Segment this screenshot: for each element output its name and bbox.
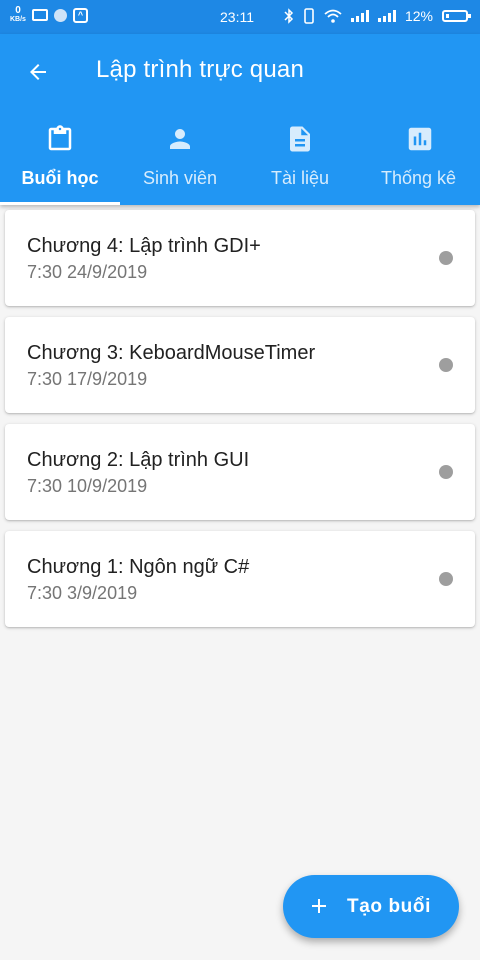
status-right-icons: 12% [284,8,471,24]
net-speed-unit: KB/s [10,16,26,23]
app-notification-icon: ^ [72,7,88,23]
status-left-icons: 0 KB/s ^ [10,6,88,24]
vibrate-icon [304,8,314,24]
tab-thong-ke[interactable]: Thống kê [360,112,480,205]
back-button[interactable] [18,52,58,92]
status-time: 23:11 [220,9,254,25]
create-session-button[interactable]: Tạo buổi [283,875,459,938]
session-card[interactable]: Chương 1: Ngôn ngữ C# 7:30 3/9/2019 [5,531,475,627]
tab-buoi-hoc[interactable]: Buổi học [0,112,120,205]
tab-label: Thống kê [381,168,457,188]
signal-icon-2 [377,10,396,22]
wifi-icon [324,9,342,23]
create-session-label: Tạo buổi [347,896,431,917]
session-datetime: 7:30 10/9/2019 [27,476,148,496]
net-speed-value: 0 [15,5,21,16]
plus-icon [312,899,326,913]
app-bar: Lập trình trực quan Buổi học Sinh viên T… [0,34,480,205]
tab-sinh-vien[interactable]: Sinh viên [120,112,240,205]
battery-percent: 12% [404,8,433,24]
session-title: Chương 2: Lập trình GUI [27,449,250,471]
session-card[interactable]: Chương 2: Lập trình GUI 7:30 10/9/2019 [5,424,475,520]
circle-notification-icon [53,8,67,22]
net-speed-indicator: 0 KB/s [10,6,26,24]
status-dot-icon [439,465,453,479]
tab-bar: Buổi học Sinh viên Tài liệu Thống kê [0,112,480,205]
session-datetime: 7:30 17/9/2019 [27,369,148,389]
status-bar: 0 KB/s ^ 23:11 12% [0,0,480,34]
session-list: Chương 4: Lập trình GDI+ 7:30 24/9/2019 … [5,210,475,638]
session-datetime: 7:30 24/9/2019 [27,262,148,282]
active-tab-indicator [0,202,120,205]
signal-icon-1 [350,10,369,22]
tab-label: Buổi học [21,168,99,188]
status-dot-icon [439,358,453,372]
session-datetime: 7:30 3/9/2019 [27,583,138,603]
status-dot-icon [439,251,453,265]
session-card[interactable]: Chương 3: KeboardMouseTimer 7:30 17/9/20… [5,317,475,413]
session-title: Chương 1: Ngôn ngữ C# [27,556,250,578]
clipboard-icon [48,125,72,151]
page-title: Lập trình trực quan [96,56,304,83]
tab-label: Tài liệu [270,168,330,188]
gallery-notification-icon [31,9,48,21]
bluetooth-icon [284,8,294,24]
tab-tai-lieu[interactable]: Tài liệu [240,112,360,205]
status-dot-icon [439,572,453,586]
session-title: Chương 3: KeboardMouseTimer [27,342,316,364]
person-icon [170,129,190,149]
battery-icon [442,10,471,22]
document-icon [290,126,310,152]
bar-chart-icon [408,127,432,151]
session-card[interactable]: Chương 4: Lập trình GDI+ 7:30 24/9/2019 [5,210,475,306]
session-title: Chương 4: Lập trình GDI+ [27,235,261,257]
tab-label: Sinh viên [142,168,218,188]
arrow-back-icon [30,64,46,80]
